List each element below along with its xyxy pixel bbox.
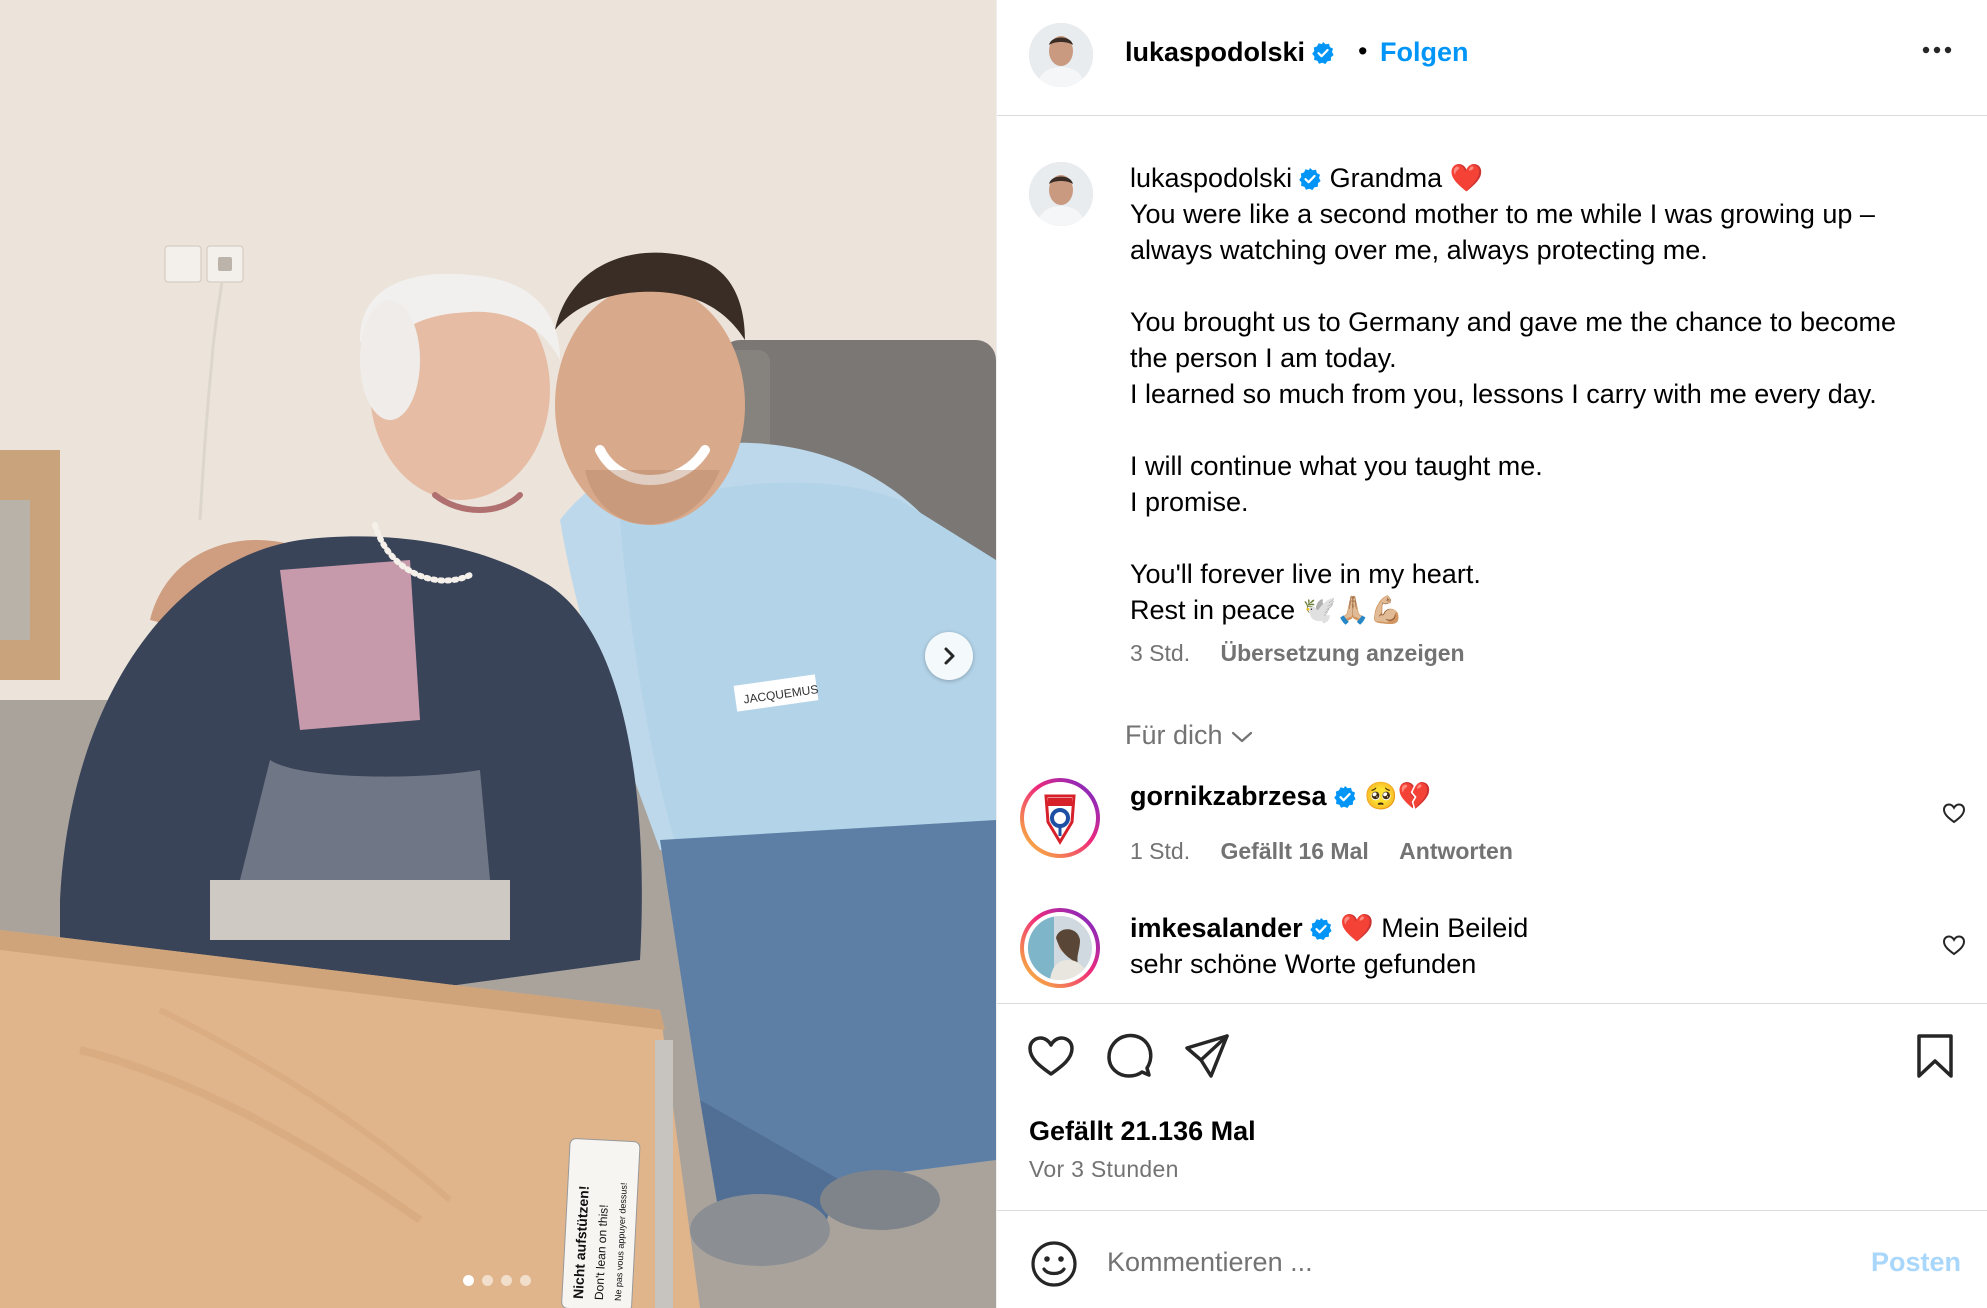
comment-sort-dropdown[interactable]: Für dich [1125, 720, 1253, 751]
show-translation-link[interactable]: Übersetzung anzeigen [1221, 640, 1465, 666]
comment-text: gornikzabrzesa 🥺💔 [1130, 778, 1431, 814]
post-timestamp: Vor 3 Stunden [1029, 1156, 1179, 1182]
comment-text: imkesalander ❤️ Mein Beileid sehr schöne… [1130, 910, 1528, 982]
avatar-image [1029, 162, 1093, 226]
more-options-icon[interactable] [1917, 30, 1957, 70]
comment-username[interactable]: imkesalander [1130, 913, 1303, 943]
chevron-down-icon [1231, 731, 1252, 742]
reply-button[interactable]: Antworten [1399, 838, 1513, 864]
carousel-dot [482, 1275, 493, 1286]
caption-line: always watching over me, always protecti… [1130, 235, 1708, 265]
comment-like-heart-icon[interactable] [1941, 800, 1967, 826]
carousel-next-button[interactable] [925, 632, 973, 680]
comment-meta: 1 Std. Gefällt 16 Mal Antworten [1130, 838, 1537, 865]
emoji-icon[interactable] [1029, 1239, 1079, 1289]
caption-first-line: Grandma ❤️ [1329, 163, 1484, 193]
comment-body: 🥺💔 [1364, 781, 1432, 811]
verified-badge-icon [1309, 918, 1332, 940]
caption-text: lukaspodolski Grandma ❤️ You were like a… [1130, 160, 1970, 628]
comment-composer: Posten [997, 1210, 1987, 1308]
caption-line: Rest in peace 🕊️🙏🏼💪🏼 [1130, 595, 1404, 625]
avatar-image [1028, 916, 1092, 980]
share-send-icon[interactable] [1181, 1030, 1233, 1082]
verified-badge-icon [1333, 786, 1356, 808]
comment-username[interactable]: gornikzabrzesa [1130, 781, 1327, 811]
post-photo[interactable]: JACQUEMUS Nicht aufstützen! Don't lean o… [0, 0, 996, 1308]
likes-count[interactable]: Gefällt 21.136 Mal [1029, 1116, 1256, 1147]
caption-line: I learned so much from you, lessons I ca… [1130, 379, 1877, 409]
comment-icon[interactable] [1103, 1030, 1155, 1082]
post-comment-button[interactable]: Posten [1871, 1247, 1961, 1278]
comment-sort-label: Für dich [1125, 720, 1223, 750]
comment-body-line2: sehr schöne Worte gefunden [1130, 949, 1477, 979]
caption-time: 3 Std. [1130, 640, 1191, 666]
caption-line: You'll forever live in my heart. [1130, 559, 1481, 589]
caption-username[interactable]: lukaspodolski [1130, 163, 1292, 193]
post-details-panel: lukaspodolski • Folgen lukaspodolski Gra… [996, 0, 1987, 1308]
caption-line: the person I am today. [1130, 343, 1397, 373]
avatar-image [1029, 23, 1093, 87]
carousel-dot [520, 1275, 531, 1286]
author-avatar[interactable] [1029, 23, 1093, 87]
post-header: lukaspodolski • Folgen [997, 0, 1987, 116]
caption-avatar[interactable] [1029, 162, 1093, 226]
like-heart-icon[interactable] [1025, 1030, 1077, 1082]
caption-line: I promise. [1130, 487, 1249, 517]
chevron-right-icon [944, 647, 955, 665]
header-separator: • [1358, 36, 1368, 66]
verified-badge-icon [1299, 168, 1321, 190]
photo-image: JACQUEMUS Nicht aufstützen! Don't lean o… [0, 0, 996, 1308]
carousel-dot [501, 1275, 512, 1286]
caption-line: You brought us to Germany and gave me th… [1130, 307, 1896, 337]
caption-meta: 3 Std. Übersetzung anzeigen [1130, 640, 1465, 667]
caption-line: I will continue what you taught me. [1130, 451, 1543, 481]
post-actions: Gefällt 21.136 Mal Vor 3 Stunden [997, 1003, 1987, 1210]
commenter-avatar-story-ring[interactable] [1020, 778, 1100, 858]
verified-badge-icon [1312, 42, 1334, 64]
comment-likes[interactable]: Gefällt 16 Mal [1221, 838, 1369, 864]
comment-input[interactable] [1107, 1237, 1807, 1287]
bookmark-icon[interactable] [1909, 1030, 1961, 1082]
commenter-avatar-story-ring[interactable] [1020, 908, 1100, 988]
author-username-text[interactable]: lukaspodolski [1125, 37, 1305, 67]
club-crest-icon [1028, 786, 1092, 850]
caption-line: You were like a second mother to me whil… [1130, 199, 1875, 229]
carousel-indicator [463, 1275, 531, 1286]
comment-like-heart-icon[interactable] [1941, 932, 1967, 958]
carousel-dot [463, 1275, 474, 1286]
author-username[interactable]: lukaspodolski [1125, 37, 1335, 68]
comment-body: ❤️ Mein Beileid [1340, 913, 1529, 943]
comment-time: 1 Std. [1130, 838, 1191, 864]
follow-button[interactable]: Folgen [1380, 37, 1469, 68]
